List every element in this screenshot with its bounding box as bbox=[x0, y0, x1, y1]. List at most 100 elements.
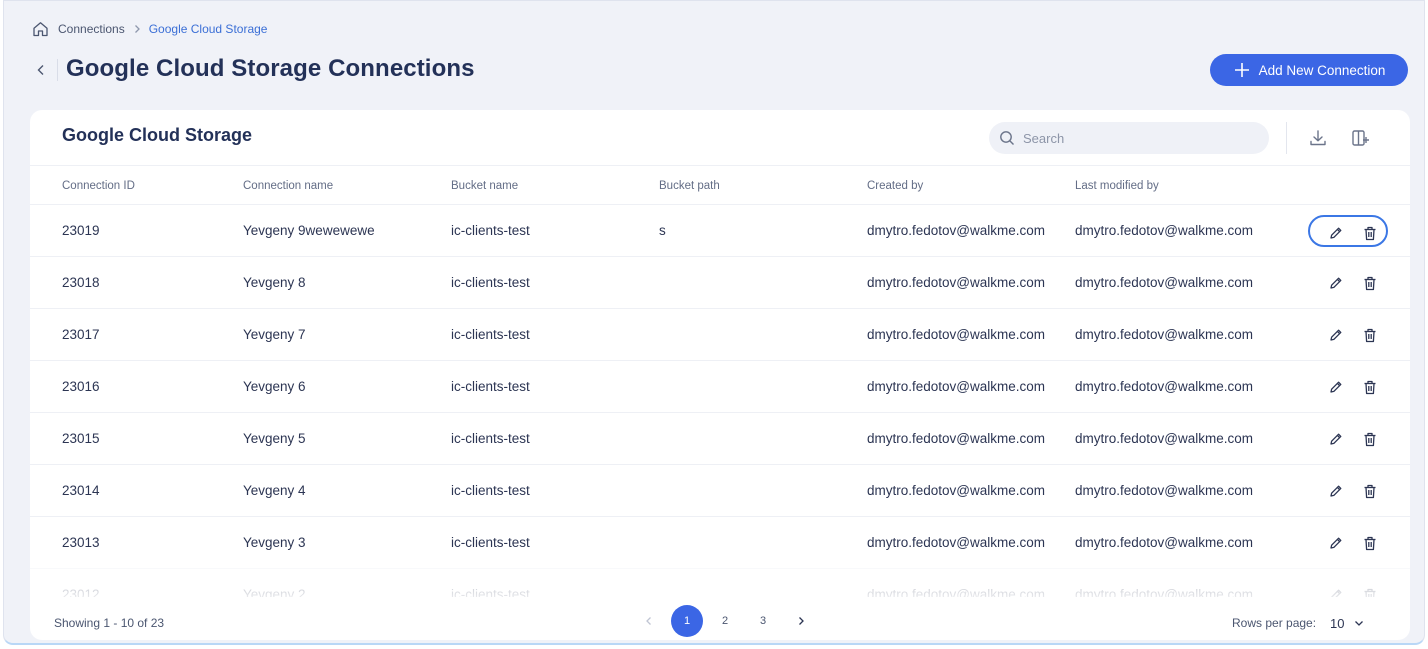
cell-last-modified-by: dmytro.fedotov@walkme.com bbox=[1075, 587, 1254, 597]
pencil-icon[interactable] bbox=[1326, 325, 1346, 345]
column-header-last-modified-by[interactable]: Last modified by bbox=[1075, 180, 1159, 192]
prev-page-button[interactable] bbox=[630, 605, 668, 637]
cell-bucket-name: ic-clients-test bbox=[451, 431, 530, 446]
trash-icon[interactable] bbox=[1360, 585, 1380, 597]
cell-connection-id: 23012 bbox=[62, 587, 100, 597]
trash-icon[interactable] bbox=[1360, 325, 1380, 345]
breadcrumb-connections-link[interactable]: Connections bbox=[58, 22, 125, 36]
pencil-icon[interactable] bbox=[1326, 223, 1346, 243]
page-1-button[interactable]: 1 bbox=[668, 605, 706, 637]
table-row[interactable]: 23013 Yevgeny 3 ic-clients-test dmytro.f… bbox=[30, 517, 1410, 569]
column-header-bucket-name[interactable]: Bucket name bbox=[451, 180, 518, 192]
table-row[interactable]: 23017 Yevgeny 7 ic-clients-test dmytro.f… bbox=[30, 309, 1410, 361]
cell-connection-name: Yevgeny 5 bbox=[243, 431, 306, 446]
cell-connection-name: Yevgeny 3 bbox=[243, 535, 306, 550]
column-header-created-by[interactable]: Created by bbox=[867, 180, 923, 192]
cell-last-modified-by: dmytro.fedotov@walkme.com bbox=[1075, 275, 1254, 290]
app-window: Connections Google Cloud Storage Google … bbox=[3, 0, 1425, 645]
chevron-left-icon bbox=[645, 616, 653, 626]
row-actions bbox=[1308, 579, 1388, 597]
pencil-icon[interactable] bbox=[1326, 377, 1346, 397]
row-actions bbox=[1308, 475, 1388, 507]
table-footer: Showing 1 - 10 of 23 1 2 3 Rows per page… bbox=[30, 605, 1410, 640]
cell-last-modified-by: dmytro.fedotov@walkme.com bbox=[1075, 223, 1254, 238]
cell-connection-name: Yevgeny 9wewewewe bbox=[243, 223, 375, 238]
table-row[interactable]: 23014 Yevgeny 4 ic-clients-test dmytro.f… bbox=[30, 465, 1410, 517]
add-new-connection-label: Add New Connection bbox=[1258, 62, 1386, 78]
page-number: 1 bbox=[671, 605, 703, 637]
table-row[interactable]: 23018 Yevgeny 8 ic-clients-test dmytro.f… bbox=[30, 257, 1410, 309]
add-column-icon bbox=[1350, 128, 1370, 148]
showing-count: Showing 1 - 10 of 23 bbox=[54, 616, 165, 630]
chevron-down-icon bbox=[1354, 619, 1364, 627]
connections-card: Google Cloud Storage Connection ID Conne… bbox=[30, 110, 1410, 640]
pencil-icon[interactable] bbox=[1326, 429, 1346, 449]
page-2-button[interactable]: 2 bbox=[706, 605, 744, 637]
cell-connection-name: Yevgeny 4 bbox=[243, 483, 306, 498]
table-row[interactable]: 23016 Yevgeny 6 ic-clients-test dmytro.f… bbox=[30, 361, 1410, 413]
cell-last-modified-by: dmytro.fedotov@walkme.com bbox=[1075, 535, 1254, 550]
cell-connection-id: 23015 bbox=[62, 431, 100, 446]
cell-connection-name: Yevgeny 6 bbox=[243, 379, 306, 394]
table-row[interactable]: 23012 Yevgeny 2 ic-clients-test dmytro.f… bbox=[30, 569, 1410, 597]
cell-created-by: dmytro.fedotov@walkme.com bbox=[867, 379, 1046, 394]
add-new-connection-button[interactable]: Add New Connection bbox=[1210, 54, 1408, 86]
trash-icon[interactable] bbox=[1360, 429, 1380, 449]
cell-bucket-name: ic-clients-test bbox=[451, 483, 530, 498]
cell-created-by: dmytro.fedotov@walkme.com bbox=[867, 275, 1046, 290]
search-input[interactable] bbox=[1023, 130, 1253, 146]
cell-created-by: dmytro.fedotov@walkme.com bbox=[867, 535, 1046, 550]
breadcrumb: Connections Google Cloud Storage bbox=[30, 19, 267, 39]
row-actions bbox=[1308, 527, 1388, 559]
card-title: Google Cloud Storage bbox=[62, 125, 253, 145]
home-icon[interactable] bbox=[30, 19, 50, 39]
chevron-left-icon bbox=[36, 64, 46, 76]
cell-connection-id: 23014 bbox=[62, 483, 100, 498]
cell-connection-id: 23017 bbox=[62, 327, 100, 342]
pencil-icon[interactable] bbox=[1326, 585, 1346, 597]
cell-bucket-name: ic-clients-test bbox=[451, 327, 530, 342]
column-header-connection-name[interactable]: Connection name bbox=[243, 180, 333, 192]
table-row[interactable]: 23019 Yevgeny 9wewewewe ic-clients-test … bbox=[30, 205, 1410, 257]
table-body: 23019 Yevgeny 9wewewewe ic-clients-test … bbox=[30, 205, 1410, 597]
cell-created-by: dmytro.fedotov@walkme.com bbox=[867, 223, 1046, 238]
column-header-bucket-path[interactable]: Bucket path bbox=[659, 180, 720, 192]
pencil-icon[interactable] bbox=[1326, 533, 1346, 553]
pencil-icon[interactable] bbox=[1326, 481, 1346, 501]
download-button[interactable] bbox=[1306, 126, 1330, 150]
page-3-button[interactable]: 3 bbox=[744, 605, 782, 637]
cell-created-by: dmytro.fedotov@walkme.com bbox=[867, 431, 1046, 446]
cell-created-by: dmytro.fedotov@walkme.com bbox=[867, 587, 1046, 597]
cell-bucket-name: ic-clients-test bbox=[451, 379, 530, 394]
cell-last-modified-by: dmytro.fedotov@walkme.com bbox=[1075, 327, 1254, 342]
cell-connection-id: 23016 bbox=[62, 379, 100, 394]
trash-icon[interactable] bbox=[1360, 377, 1380, 397]
trash-icon[interactable] bbox=[1360, 481, 1380, 501]
search-box[interactable] bbox=[989, 122, 1269, 154]
rows-per-page-select[interactable]: 10 bbox=[1330, 612, 1364, 634]
row-actions bbox=[1308, 371, 1388, 403]
cell-connection-id: 23019 bbox=[62, 223, 100, 238]
toolbar-divider bbox=[1286, 122, 1287, 154]
chevron-right-icon bbox=[133, 24, 141, 34]
back-button[interactable] bbox=[30, 59, 52, 81]
trash-icon[interactable] bbox=[1360, 223, 1380, 243]
breadcrumb-current[interactable]: Google Cloud Storage bbox=[149, 22, 268, 36]
pencil-icon[interactable] bbox=[1326, 273, 1346, 293]
search-icon bbox=[999, 130, 1015, 146]
cell-bucket-name: ic-clients-test bbox=[451, 587, 530, 597]
column-header-connection-id[interactable]: Connection ID bbox=[62, 180, 135, 192]
pagination: 1 2 3 bbox=[630, 605, 820, 637]
trash-icon[interactable] bbox=[1360, 273, 1380, 293]
cell-bucket-path: s bbox=[659, 223, 666, 238]
trash-icon[interactable] bbox=[1360, 533, 1380, 553]
cell-created-by: dmytro.fedotov@walkme.com bbox=[867, 327, 1046, 342]
column-settings-button[interactable] bbox=[1348, 126, 1372, 150]
next-page-button[interactable] bbox=[782, 605, 820, 637]
table-row[interactable]: 23015 Yevgeny 5 ic-clients-test dmytro.f… bbox=[30, 413, 1410, 465]
chevron-right-icon bbox=[797, 616, 805, 626]
cell-connection-name: Yevgeny 2 bbox=[243, 587, 306, 597]
rows-per-page-value: 10 bbox=[1330, 615, 1345, 631]
cell-last-modified-by: dmytro.fedotov@walkme.com bbox=[1075, 379, 1254, 394]
row-actions bbox=[1308, 215, 1388, 247]
